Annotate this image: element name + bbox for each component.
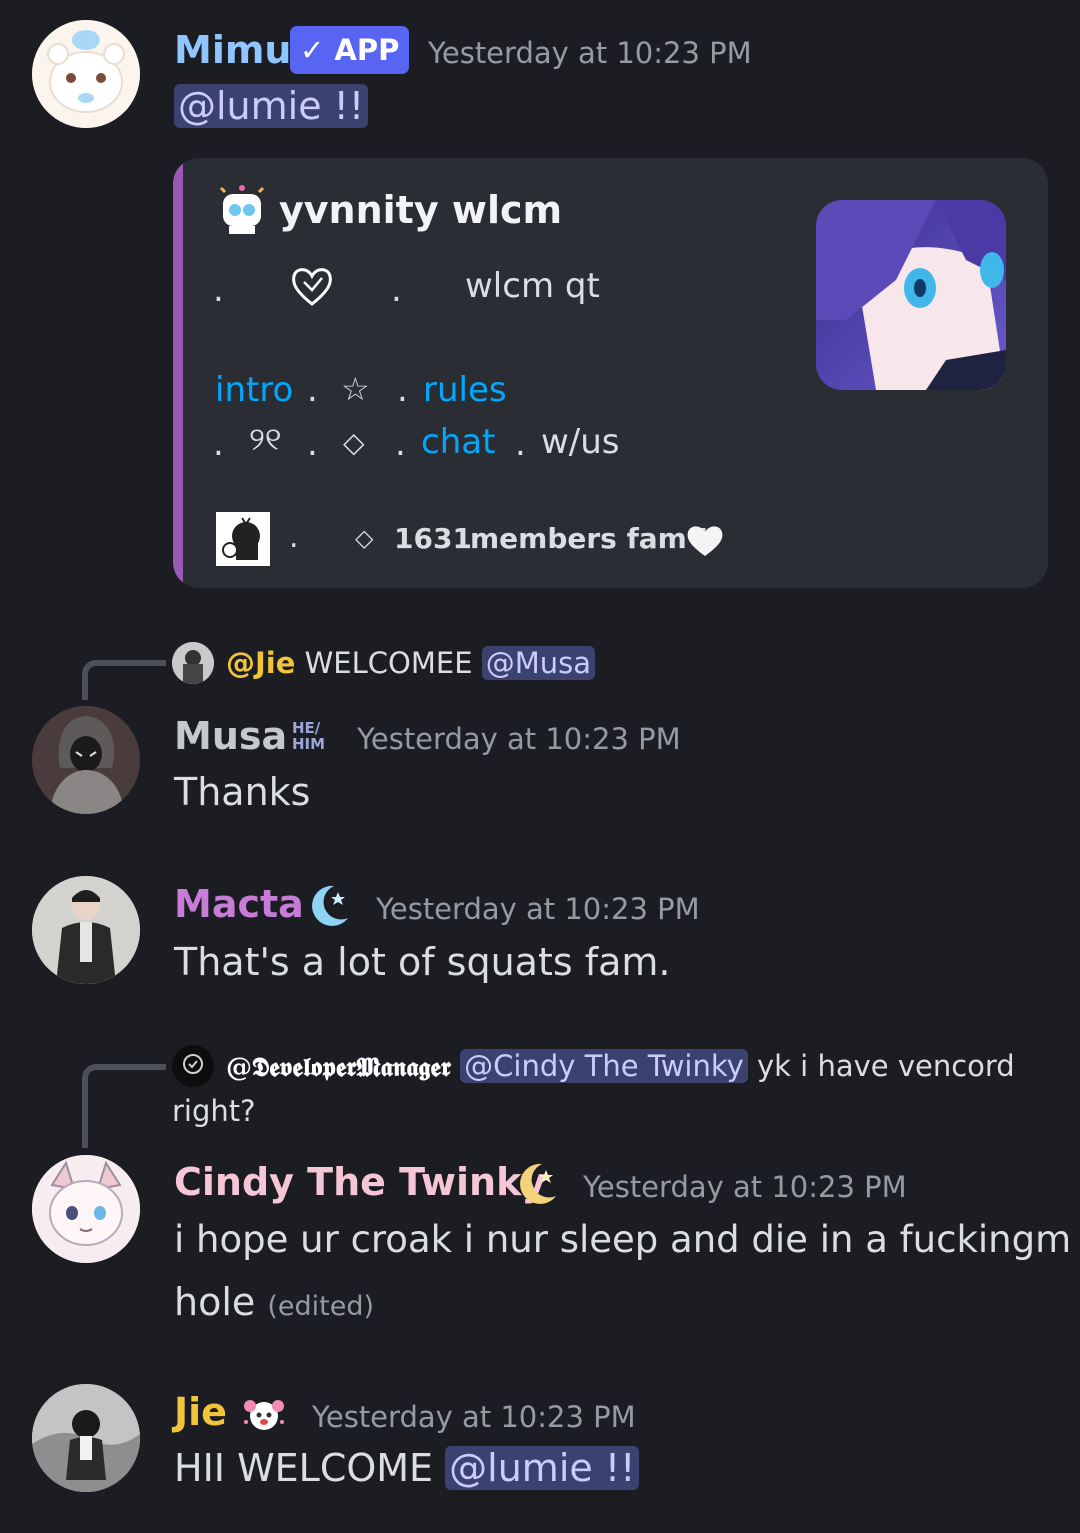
heart-outline-icon (289, 264, 335, 308)
message-text: i hope ur croak i nur sleep and die in a… (174, 1218, 1072, 1261)
message-text: hole (174, 1280, 256, 1324)
avatar[interactable] (32, 706, 140, 814)
footer-member-count: 1631 (394, 522, 472, 555)
embed-footer-icon (216, 512, 270, 566)
sitting-person-avatar-icon (32, 1384, 140, 1492)
person-avatar-icon (32, 876, 140, 984)
embed-line-dot: . (391, 270, 402, 310)
username[interactable]: Jie (174, 1390, 227, 1434)
pronoun-line: HIM (292, 735, 326, 753)
embed-line-dot: . (213, 270, 224, 310)
reply-text: WELCOMEE (304, 646, 473, 680)
avatar[interactable] (32, 1384, 140, 1492)
reply-text-continued: right? (172, 1094, 256, 1128)
mention[interactable]: @lumie !! (174, 84, 369, 128)
avatar[interactable] (32, 876, 140, 984)
embed-line-dot: . (395, 424, 406, 464)
white-heart-icon (685, 522, 725, 558)
cat-girl-avatar-icon (32, 1155, 140, 1263)
timestamp: Yesterday at 10:23 PM (428, 36, 752, 70)
reply-avatar[interactable] (172, 642, 214, 684)
reply-preview[interactable]: @Jie WELCOMEE @Musa (226, 646, 596, 680)
message-text: That's a lot of squats fam. (174, 940, 671, 984)
message-text: Thanks (174, 770, 311, 814)
embed-line-dot: . (213, 424, 224, 464)
embed-accent-bar (173, 158, 183, 588)
app-badge: ✓ APP (290, 26, 410, 74)
reply-preview[interactable]: @𝕯𝖊𝖛𝖊𝖑𝖔𝖕𝖊𝖗𝕸𝖆𝖓𝖆𝖌𝖊𝖗 @Cindy The Twinky yk i… (226, 1049, 1015, 1084)
embed-line-dot: . (307, 370, 318, 410)
pronoun-line: HE/ (292, 719, 321, 737)
channel-link-rules[interactable]: rules (423, 370, 507, 410)
username[interactable]: Cindy The Twinky (174, 1160, 546, 1204)
embed-line1-text: wlcm qt (465, 266, 600, 306)
diamond-icon: ◇ (343, 426, 365, 459)
avatar[interactable] (32, 20, 140, 128)
embed-title-icon (215, 182, 269, 236)
flower-mascot-icon (240, 1392, 288, 1436)
reply-mention[interactable]: @Cindy The Twinky (460, 1049, 748, 1083)
anime-girl-thumbnail-icon (816, 200, 1006, 390)
embed-glyph: ୨୧ (249, 420, 282, 458)
channel-link-intro[interactable]: intro (215, 370, 293, 410)
embed-line-dot: . (307, 424, 318, 464)
crescent-moon-icon (512, 1160, 560, 1208)
pronoun-badge: HE/ HIM (292, 720, 330, 754)
username[interactable]: Musa (174, 714, 287, 758)
reply-connector (82, 660, 166, 700)
reply-username[interactable]: @Jie (226, 646, 295, 680)
reply-text: yk i have vencord (757, 1049, 1015, 1083)
reply-mention[interactable]: @Musa (481, 646, 596, 680)
hooded-figure-avatar-icon (32, 706, 140, 814)
timestamp: Yesterday at 10:23 PM (583, 1170, 907, 1204)
embed-line-dot: . (397, 370, 408, 410)
username[interactable]: Macta (174, 882, 304, 926)
footer-text: members fam ! (470, 522, 710, 555)
embed-title: yvnnity wlcm (279, 188, 563, 232)
edited-label: (edited) (267, 1291, 375, 1322)
mention[interactable]: @lumie !! (445, 1446, 640, 1490)
username[interactable]: Mimu (174, 28, 292, 72)
reply-avatar[interactable] (172, 1045, 214, 1087)
bear-avatar-icon (32, 20, 140, 128)
timestamp: Yesterday at 10:23 PM (376, 892, 700, 926)
star-icon: ☆ (341, 370, 370, 408)
timestamp: Yesterday at 10:23 PM (312, 1400, 636, 1434)
embed: yvnnity wlcm . . wlcm qt intro . ☆ . rul… (173, 158, 1048, 588)
reply-username[interactable]: @𝕯𝖊𝖛𝖊𝖑𝖔𝖕𝖊𝖗𝕸𝖆𝖓𝖆𝖌𝖊𝖗 (226, 1053, 451, 1083)
embed-thumbnail[interactable] (816, 200, 1006, 390)
crescent-moon-icon (304, 882, 352, 930)
avatar[interactable] (32, 1155, 140, 1263)
embed-line3-text: w/us (541, 422, 620, 462)
timestamp: Yesterday at 10:23 PM (357, 722, 681, 756)
embed-line-dot: . (289, 520, 299, 555)
embed-line-dot: . (515, 424, 526, 464)
reply-connector (82, 1064, 166, 1148)
diamond-icon: ◇ (355, 524, 374, 552)
channel-link-chat[interactable]: chat (421, 422, 495, 462)
message-text: HII WELCOME (174, 1446, 434, 1490)
